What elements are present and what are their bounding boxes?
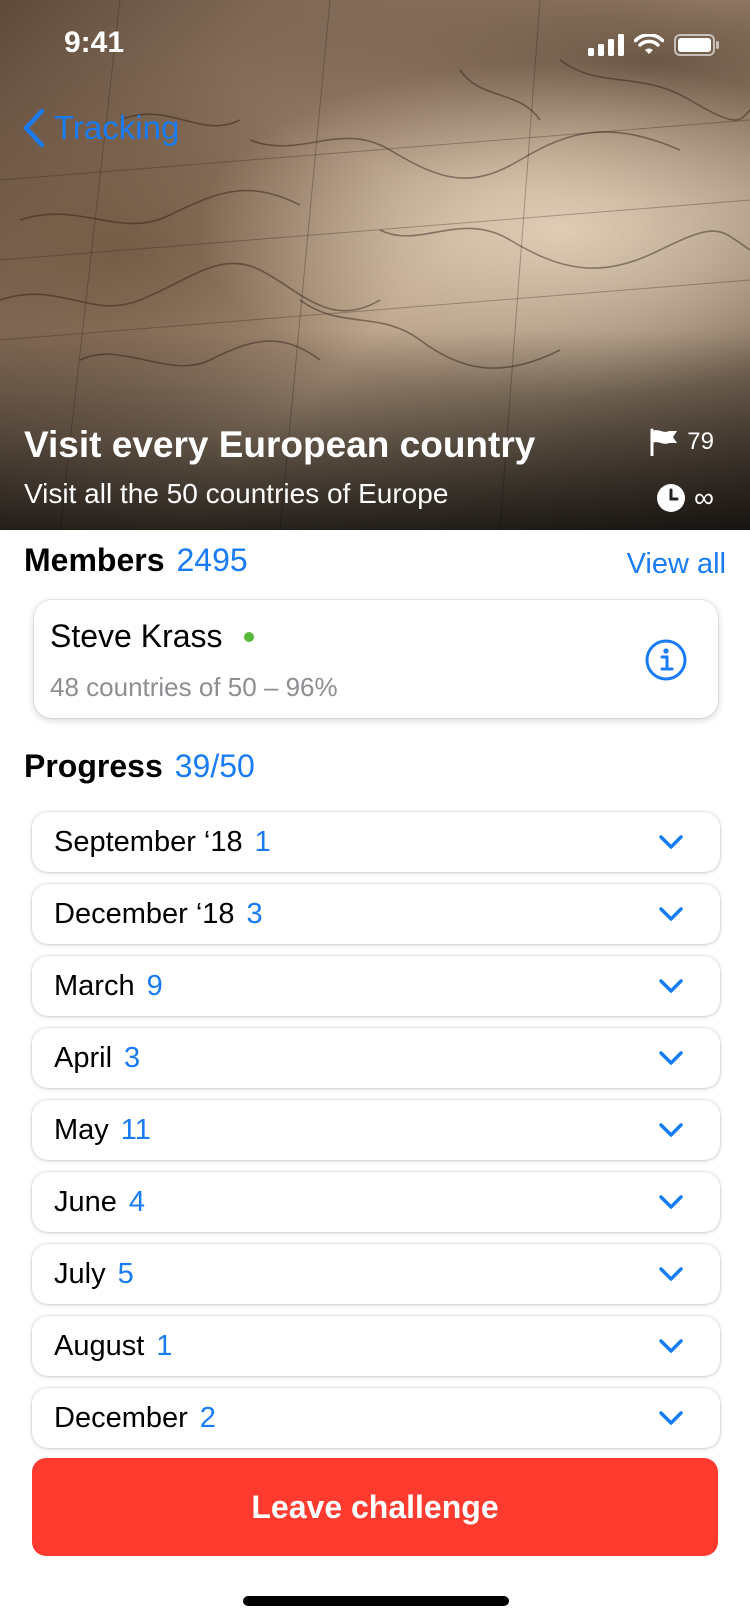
members-count: 2495	[176, 542, 248, 578]
home-indicator	[243, 1596, 509, 1606]
status-bar: 9:41	[0, 0, 750, 90]
chevron-down-icon	[659, 1195, 683, 1209]
member-card[interactable]: Steve Krass 48 countries of 50 – 96%	[34, 600, 718, 718]
month-row[interactable]: December ‘18 3	[32, 884, 720, 944]
member-name: Steve Krass	[50, 618, 223, 654]
back-label: Tracking	[54, 109, 180, 146]
month-count: 9	[146, 969, 163, 1002]
leave-challenge-button[interactable]: Leave challenge	[32, 1458, 718, 1556]
flag-icon	[650, 428, 678, 456]
clock-icon	[657, 484, 686, 512]
members-label: Members	[24, 542, 165, 578]
month-label: December	[54, 1401, 188, 1434]
month-row[interactable]: March 9	[32, 956, 720, 1016]
view-all-link[interactable]: View all	[627, 548, 726, 581]
chevron-down-icon	[659, 1123, 683, 1137]
month-row[interactable]: May 11	[32, 1100, 720, 1160]
progress-label: Progress	[24, 748, 163, 784]
challenge-subtitle: Visit all the 50 countries of Europe	[24, 478, 449, 509]
chevron-down-icon	[659, 1051, 683, 1065]
chevron-down-icon	[659, 979, 683, 993]
month-row[interactable]: June 4	[32, 1172, 720, 1232]
month-list: September ‘18 1 December ‘18 3 March 9 A…	[32, 812, 720, 1460]
chevron-down-icon	[659, 907, 683, 921]
month-label: September ‘18	[54, 825, 243, 858]
chevron-down-icon	[659, 835, 683, 849]
chevron-down-icon	[659, 1411, 683, 1425]
signal-icon	[588, 34, 624, 56]
wifi-icon	[634, 34, 664, 54]
status-time: 9:41	[64, 26, 125, 59]
month-count: 4	[128, 1185, 146, 1218]
duration-stat: ∞	[656, 482, 714, 514]
status-icons	[588, 34, 720, 56]
month-count: 1	[254, 825, 271, 858]
flag-stat: 79	[649, 428, 714, 456]
progress-header: Progress 39/50	[24, 748, 255, 785]
month-row[interactable]: July 5	[32, 1244, 720, 1304]
month-count: 5	[117, 1257, 134, 1290]
month-label: May	[54, 1113, 109, 1146]
duration-value: ∞	[694, 482, 714, 513]
member-progress: 48 countries of 50 – 96%	[50, 672, 338, 702]
online-indicator	[244, 632, 254, 642]
month-count: 3	[124, 1041, 141, 1074]
progress-value: 39/50	[174, 748, 255, 784]
chevron-left-icon	[23, 108, 45, 148]
month-count: 3	[246, 897, 263, 930]
battery-icon	[674, 34, 719, 56]
hero-banner: 9:41 Tracking Visit every European count…	[0, 0, 750, 530]
back-button[interactable]: Tracking	[22, 108, 179, 148]
month-row[interactable]: December 2	[32, 1388, 720, 1448]
month-label: March	[54, 969, 135, 1002]
month-count: 1	[156, 1329, 173, 1362]
challenge-title: Visit every European country	[24, 424, 536, 465]
month-count: 2	[199, 1401, 216, 1434]
month-label: December ‘18	[54, 897, 235, 930]
month-row[interactable]: August 1	[32, 1316, 720, 1376]
chevron-down-icon	[659, 1339, 683, 1353]
members-header: Members 2495	[24, 542, 248, 579]
month-label: April	[54, 1041, 113, 1074]
month-count: 11	[120, 1113, 151, 1146]
month-row[interactable]: April 3	[32, 1028, 720, 1088]
month-label: July	[54, 1257, 106, 1290]
month-row[interactable]: September ‘18 1	[32, 812, 720, 872]
month-label: August	[54, 1329, 145, 1362]
chevron-down-icon	[659, 1267, 683, 1281]
flag-count: 79	[687, 428, 714, 455]
info-icon[interactable]	[644, 638, 688, 682]
month-label: June	[54, 1185, 117, 1218]
